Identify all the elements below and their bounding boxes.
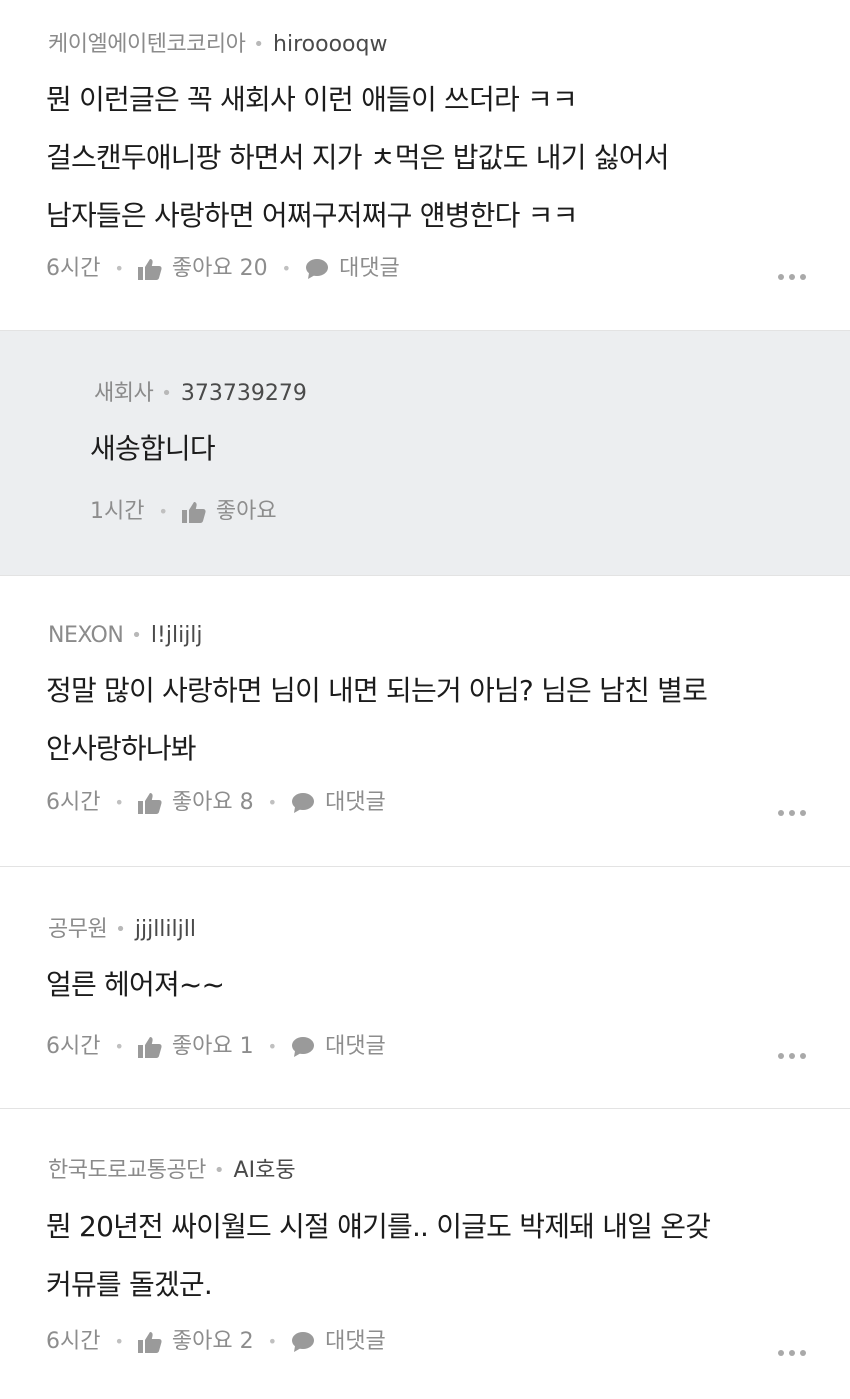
action-separator: • — [281, 259, 292, 278]
comment-text-line: 정말 많이 사랑하면 님이 내면 되는거 아님? 님은 남친 별로 — [46, 674, 708, 707]
thumbs-up-icon — [137, 1036, 162, 1058]
more-dots-icon[interactable] — [778, 1053, 806, 1059]
like-count: 좋아요 1 — [171, 1034, 254, 1059]
comment-text-line: 남자들은 사랑하면 어쩌구저쩌구 얜병한다 ㅋㅋ — [46, 199, 578, 232]
speech-bubble-icon — [291, 792, 315, 814]
author-company[interactable]: 새회사 — [94, 379, 154, 409]
comment-actions: 1시간 • 좋아요 — [90, 497, 277, 527]
like-count: 좋아요 20 — [171, 256, 268, 281]
comment-text-line: 새송합니다 — [90, 432, 216, 465]
speech-bubble-icon — [291, 1036, 315, 1058]
reply-button[interactable]: 대댓글 — [291, 1327, 386, 1357]
meta-separator: • — [131, 625, 142, 646]
comment-time: 1시간 — [90, 499, 145, 524]
reply-label: 대댓글 — [325, 790, 386, 815]
like-button[interactable]: 좋아요 1 — [137, 1032, 254, 1062]
comment-author: NEXON • l!jlijlj — [48, 621, 203, 651]
action-separator: • — [267, 1037, 278, 1056]
speech-bubble-icon — [291, 1331, 315, 1353]
comment-body: 뭔 20년전 싸이월드 시절 얘기를.. 이글도 박제돼 내일 온갖 커뮤를 돌… — [46, 1198, 711, 1314]
reply-button[interactable]: 대댓글 — [291, 1032, 386, 1062]
author-id[interactable]: 373739279 — [181, 379, 307, 409]
like-button[interactable]: 좋아요 2 — [137, 1327, 254, 1357]
comment-author: 새회사 • 373739279 — [94, 379, 307, 409]
comment-item: 한국도로교통공단 • AI호둥 뭔 20년전 싸이월드 시절 얘기를.. 이글도… — [0, 1109, 850, 1399]
reply-comment-item: 새회사 • 373739279 새송합니다 1시간 • 좋아요 — [0, 331, 850, 575]
meta-separator: • — [253, 34, 265, 55]
reply-button[interactable]: 대댓글 — [305, 254, 400, 284]
author-id[interactable]: jjjllilјll — [135, 915, 196, 945]
reply-button[interactable]: 대댓글 — [291, 788, 386, 818]
more-dots-icon[interactable] — [778, 274, 806, 280]
thumbs-up-icon — [137, 1331, 162, 1353]
comment-author: 한국도로교통공단 • AI호둥 — [48, 1156, 296, 1186]
action-separator: • — [114, 1332, 124, 1351]
reply-label: 대댓글 — [325, 1034, 386, 1059]
comment-author: 케이엘에이텐코코리아 • hirooooqw — [48, 30, 387, 60]
action-separator: • — [114, 259, 124, 278]
comment-body: 새송합니다 — [90, 420, 216, 478]
comment-body: 뭔 이런글은 꼭 새회사 이런 애들이 쓰더라 ㅋㅋ 걸스캔두애니팡 하면서 지… — [46, 71, 669, 245]
author-id[interactable]: AI호둥 — [234, 1156, 296, 1186]
thumbs-up-icon — [181, 501, 206, 523]
like-button[interactable]: 좋아요 — [181, 497, 277, 527]
comment-text-line: 걸스캔두애니팡 하면서 지가 ㅊ먹은 밥값도 내기 싫어서 — [46, 141, 669, 174]
reply-label: 대댓글 — [325, 1329, 386, 1354]
author-id[interactable]: l!jlijlj — [151, 621, 203, 651]
action-separator: • — [158, 502, 168, 521]
comment-time: 6시간 — [46, 256, 101, 281]
reply-label: 대댓글 — [339, 256, 400, 281]
comment-author: 공무원 • jjjllilјll — [48, 915, 196, 945]
comment-actions: 6시간 • 좋아요 8 • 대댓글 — [46, 788, 386, 818]
comment-text-line: 뭔 20년전 싸이월드 시절 얘기를.. 이글도 박제돼 내일 온갖 — [46, 1210, 711, 1243]
comment-item: NEXON • l!jlijlj 정말 많이 사랑하면 님이 내면 되는거 아님… — [0, 576, 850, 866]
comment-body: 정말 많이 사랑하면 님이 내면 되는거 아님? 님은 남친 별로 안사랑하나봐 — [46, 662, 708, 778]
like-count: 좋아요 2 — [171, 1329, 254, 1354]
more-dots-icon[interactable] — [778, 810, 806, 816]
comment-actions: 6시간 • 좋아요 2 • 대댓글 — [46, 1327, 386, 1357]
action-separator: • — [114, 793, 124, 812]
comment-time: 6시간 — [46, 1034, 101, 1059]
meta-separator: • — [115, 919, 126, 940]
comment-item: 공무원 • jjjllilјll 얼른 헤어져~~ 6시간 • 좋아요 1 • … — [0, 867, 850, 1108]
speech-bubble-icon — [305, 258, 329, 280]
comment-actions: 6시간 • 좋아요 20 • 대댓글 — [46, 254, 400, 284]
thumbs-up-icon — [137, 792, 162, 814]
comment-time: 6시간 — [46, 790, 101, 815]
author-company[interactable]: NEXON — [48, 621, 124, 651]
action-separator: • — [267, 1332, 278, 1351]
thumbs-up-icon — [137, 258, 162, 280]
author-company[interactable]: 한국도로교통공단 — [48, 1156, 206, 1186]
author-company[interactable]: 공무원 — [48, 915, 108, 945]
like-button[interactable]: 좋아요 20 — [137, 254, 268, 284]
like-count: 좋아요 — [215, 499, 277, 524]
comment-text-line: 안사랑하나봐 — [46, 732, 197, 765]
like-button[interactable]: 좋아요 8 — [137, 788, 254, 818]
comment-text-line: 뭔 이런글은 꼭 새회사 이런 애들이 쓰더라 ㅋㅋ — [46, 83, 578, 116]
author-company[interactable]: 케이엘에이텐코코리아 — [48, 30, 246, 60]
meta-separator: • — [213, 1160, 225, 1181]
comment-body: 얼른 헤어져~~ — [46, 956, 225, 1014]
comment-text-line: 얼른 헤어져~~ — [46, 968, 225, 1001]
more-dots-icon[interactable] — [778, 1350, 806, 1356]
meta-separator: • — [161, 383, 172, 404]
action-separator: • — [114, 1037, 124, 1056]
comment-text-line: 커뮤를 돌겠군. — [46, 1268, 213, 1301]
like-count: 좋아요 8 — [171, 790, 254, 815]
author-id[interactable]: hirooooqw — [273, 30, 387, 60]
action-separator: • — [267, 793, 278, 812]
comment-time: 6시간 — [46, 1329, 101, 1354]
comment-actions: 6시간 • 좋아요 1 • 대댓글 — [46, 1032, 386, 1062]
comment-item: 케이엘에이텐코코리아 • hirooooqw 뭔 이런글은 꼭 새회사 이런 애… — [0, 0, 850, 330]
